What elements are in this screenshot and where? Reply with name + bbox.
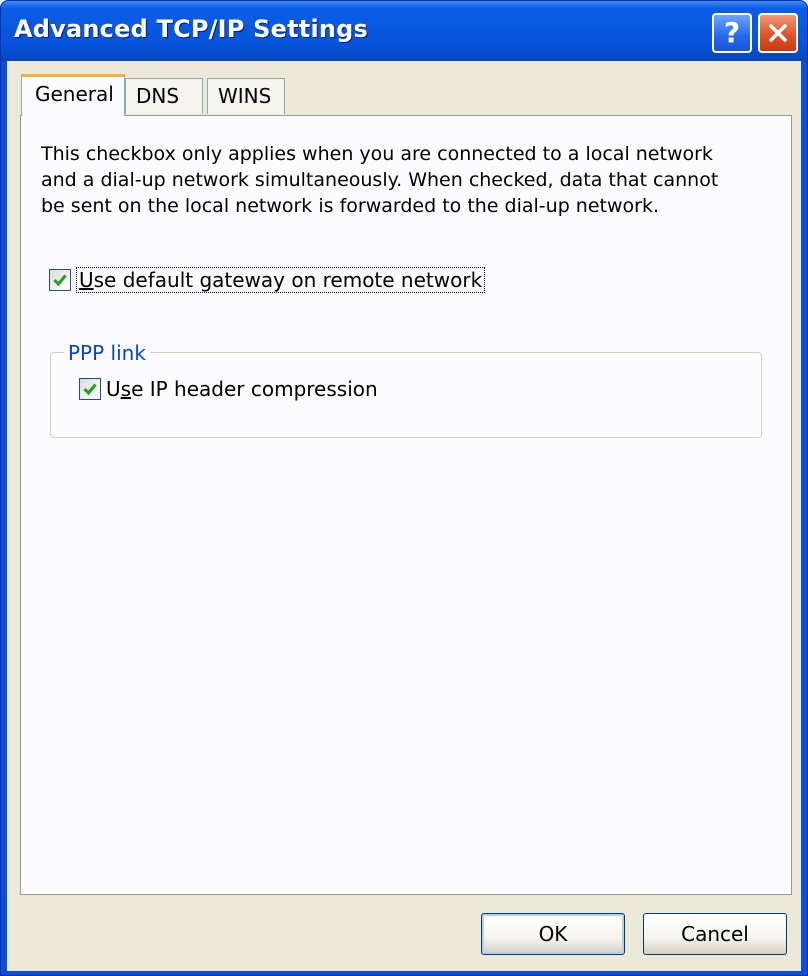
- close-button[interactable]: [758, 13, 798, 53]
- tab-dns-label: DNS: [136, 84, 180, 108]
- compression-checkbox-row[interactable]: Use IP header compression: [79, 377, 378, 401]
- compression-label-accelerator: s: [120, 377, 132, 401]
- cancel-button-label: Cancel: [681, 922, 749, 946]
- check-mark-icon: [53, 274, 67, 287]
- close-icon: [769, 24, 787, 42]
- check-mark-icon: [83, 383, 97, 396]
- window-title: Advanced TCP/IP Settings: [14, 15, 369, 43]
- title-bar[interactable]: Advanced TCP/IP Settings ?: [1, 1, 807, 61]
- cancel-button[interactable]: Cancel: [643, 913, 787, 955]
- compression-label-text: e IP header compression: [131, 377, 378, 401]
- tab-panel-general: [20, 115, 792, 895]
- tab-wins-label: WINS: [218, 84, 272, 108]
- dialog-client-area: General DNS WINS This checkbox only appl…: [7, 61, 801, 971]
- tab-wins[interactable]: WINS: [207, 78, 285, 114]
- gateway-checkbox[interactable]: [49, 269, 71, 291]
- gateway-label-accelerator: U: [79, 268, 94, 292]
- compression-label-prefix: U: [106, 377, 121, 401]
- ok-button-label: OK: [538, 922, 568, 946]
- ok-button[interactable]: OK: [481, 913, 625, 955]
- description-text: This checkbox only applies when you are …: [41, 143, 719, 217]
- tab-dns[interactable]: DNS: [125, 78, 203, 114]
- ip-header-compression-checkbox[interactable]: [79, 378, 101, 400]
- gateway-checkbox-row[interactable]: Use default gateway on remote network: [49, 267, 486, 293]
- gateway-checkbox-label[interactable]: Use default gateway on remote network: [76, 267, 486, 293]
- gateway-label-text: se default gateway on remote network: [93, 268, 483, 292]
- compression-checkbox-label[interactable]: Use IP header compression: [106, 377, 378, 401]
- tab-general[interactable]: General: [21, 74, 125, 116]
- help-icon: ?: [723, 16, 741, 49]
- dialog-window: Advanced TCP/IP Settings ? General DNS W…: [0, 0, 808, 976]
- help-button[interactable]: ?: [712, 13, 752, 53]
- ppp-link-legend: PPP link: [64, 341, 150, 365]
- tab-general-label: General: [35, 82, 114, 106]
